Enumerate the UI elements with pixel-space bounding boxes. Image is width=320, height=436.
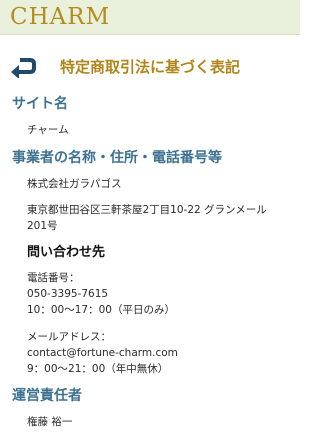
phone-block: 電話番号： 050-3395-7615 10：00〜17：00（平日のみ）	[27, 270, 175, 318]
charm-logo[interactable]: CHARM	[10, 4, 110, 30]
manager-name: 権藤 裕一	[27, 416, 73, 428]
contact-heading: 問い合わせ先	[27, 245, 106, 260]
phone-number[interactable]: 050-3395-7615	[27, 286, 175, 302]
manager-heading: 運営責任者	[12, 388, 82, 404]
company-address: 東京都世田谷区三軒茶屋2丁目10-22 グランメール 201号	[27, 202, 267, 234]
page-title: 特定商取引法に基づく表記	[60, 58, 241, 76]
email-address[interactable]: contact@fortune-charm.com	[27, 345, 178, 361]
address-line-2: 201号	[27, 220, 58, 232]
back-button[interactable]	[10, 56, 36, 79]
phone-label: 電話番号：	[27, 272, 80, 284]
site-name-value: チャーム	[27, 124, 69, 136]
email-block: メールアドレス： contact@fortune-charm.com 9：00〜…	[27, 329, 178, 377]
app-header: CHARM	[0, 0, 300, 35]
address-line-1: 東京都世田谷区三軒茶屋2丁目10-22 グランメール	[27, 204, 267, 216]
back-arrow-icon	[11, 58, 36, 79]
email-hours: 9：00〜21：00（年中無休）	[27, 363, 169, 375]
email-label: メールアドレス：	[27, 331, 111, 343]
site-name-heading: サイト名	[12, 96, 68, 112]
company-name: 株式会社ガラパゴス	[27, 178, 122, 190]
business-info-heading: 事業者の名称・住所・電話番号等	[12, 150, 222, 166]
phone-hours: 10：00〜17：00（平日のみ）	[27, 304, 175, 316]
